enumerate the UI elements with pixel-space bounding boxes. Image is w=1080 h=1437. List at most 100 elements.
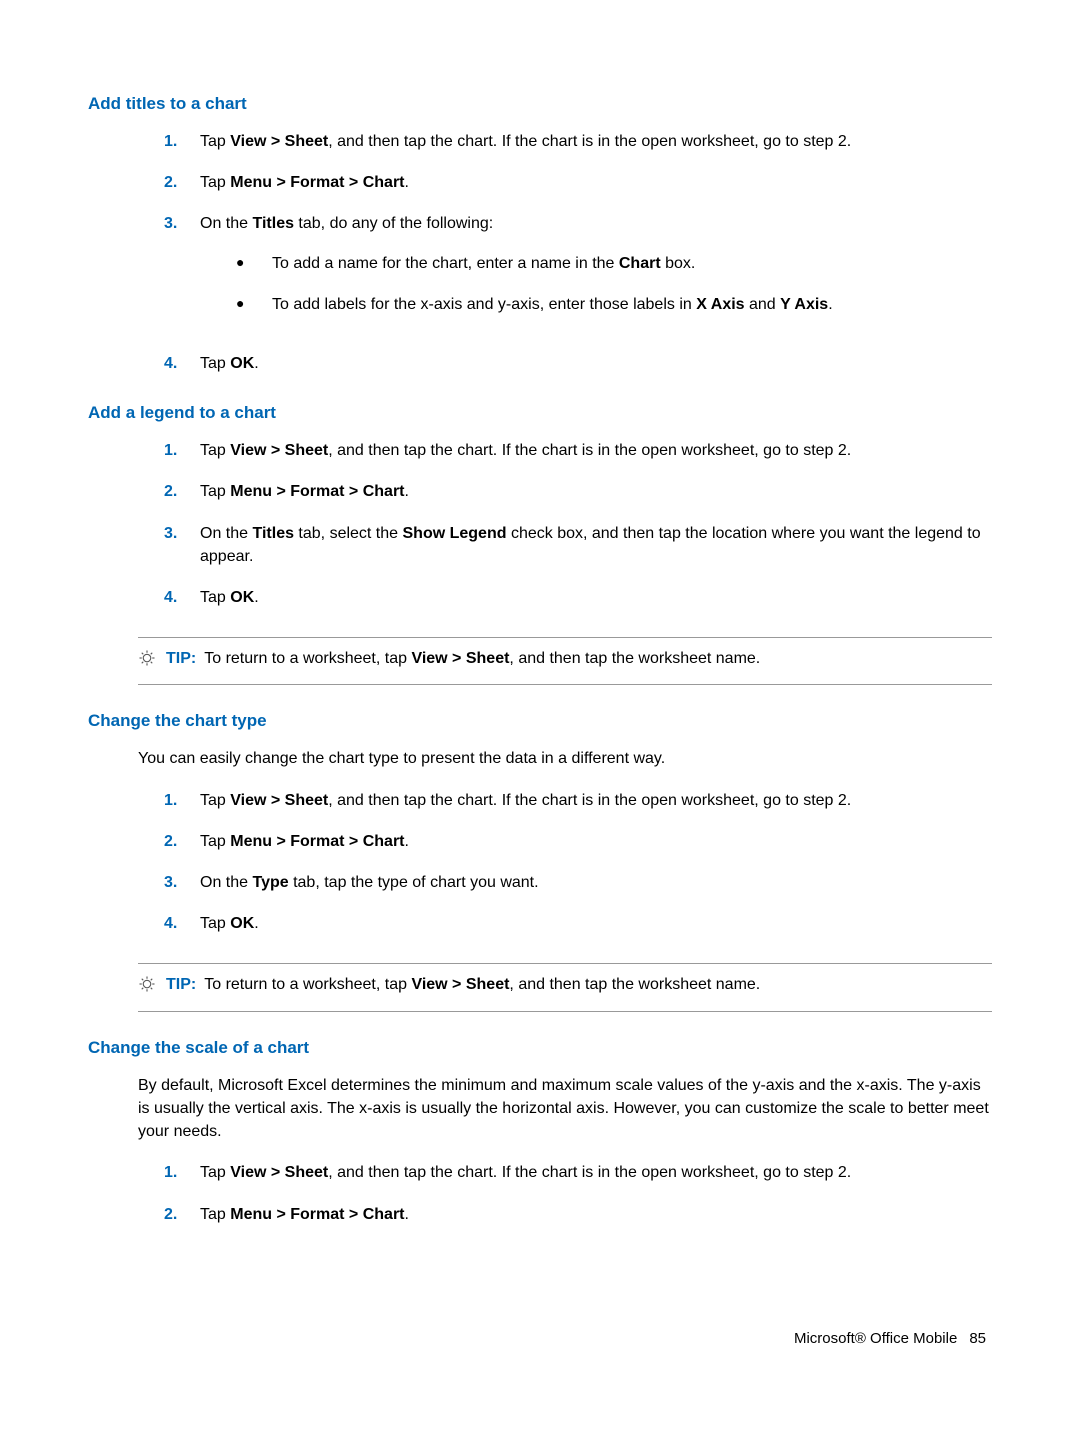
tip-content: TIP: To return to a worksheet, tap View >… (166, 648, 760, 670)
step-number: 3. (164, 212, 200, 334)
bold-span: OK (230, 915, 254, 932)
step-number: 1. (164, 789, 200, 812)
bold-span: Titles (252, 525, 294, 542)
step-text: On the Titles tab, select the Show Legen… (200, 522, 992, 568)
step-list: 1. Tap View > Sheet, and then tap the ch… (164, 439, 992, 609)
page-footer: Microsoft® Office Mobile 85 (794, 1330, 986, 1347)
text-span: On the (200, 874, 252, 891)
text-span: box. (661, 255, 696, 272)
bold-span: View > Sheet (230, 792, 328, 809)
tip-label: TIP: (166, 976, 196, 993)
text-span: , and then tap the worksheet name. (509, 976, 760, 993)
section-add-titles: Add titles to a chart 1. Tap View > Shee… (88, 94, 992, 375)
text-span: tab, tap the type of chart you want. (289, 874, 539, 891)
step-text: Tap OK. (200, 586, 992, 609)
lightbulb-icon (138, 649, 160, 674)
bold-span: Titles (252, 215, 294, 232)
text-span: Tap (200, 483, 230, 500)
tip-label: TIP: (166, 650, 196, 667)
sub-item: ● To add labels for the x-axis and y-axi… (236, 293, 992, 316)
bold-span: Menu > Format > Chart (230, 174, 404, 191)
step-text: On the Type tab, tap the type of chart y… (200, 871, 992, 894)
step-item: 4. Tap OK. (164, 352, 992, 375)
step-number: 2. (164, 1203, 200, 1226)
text-span: Tap (200, 442, 230, 459)
bold-span: Chart (619, 255, 661, 272)
intro-paragraph: By default, Microsoft Excel determines t… (138, 1074, 992, 1144)
step-item: 2. Tap Menu > Format > Chart. (164, 480, 992, 503)
step-number: 4. (164, 912, 200, 935)
step-number: 4. (164, 586, 200, 609)
text-span: , and then tap the chart. If the chart i… (328, 133, 851, 150)
step-item: 2. Tap Menu > Format > Chart. (164, 1203, 992, 1226)
step-text: Tap Menu > Format > Chart. (200, 1203, 992, 1226)
step-number: 4. (164, 352, 200, 375)
step-text: Tap View > Sheet, and then tap the chart… (200, 439, 992, 462)
step-text: Tap OK. (200, 912, 992, 935)
text-span: , and then tap the chart. If the chart i… (328, 792, 851, 809)
step-item: 4. Tap OK. (164, 586, 992, 609)
step-item: 3. On the Titles tab, select the Show Le… (164, 522, 992, 568)
step-text: Tap OK. (200, 352, 992, 375)
text-span: . (405, 833, 409, 850)
step-number: 3. (164, 871, 200, 894)
text-span: , and then tap the chart. If the chart i… (328, 1164, 851, 1181)
text-span: Tap (200, 792, 230, 809)
text-span: . (254, 915, 258, 932)
step-list: 1. Tap View > Sheet, and then tap the ch… (164, 1161, 992, 1225)
heading-change-type: Change the chart type (88, 711, 992, 731)
tip-content: TIP: To return to a worksheet, tap View >… (166, 974, 760, 996)
bold-span: OK (230, 355, 254, 372)
text-span: Tap (200, 133, 230, 150)
step-text: Tap Menu > Format > Chart. (200, 830, 992, 853)
sub-item: ● To add a name for the chart, enter a n… (236, 252, 992, 275)
text-span: On the (200, 215, 252, 232)
bold-span: OK (230, 589, 254, 606)
footer-title: Microsoft® Office Mobile (794, 1330, 957, 1347)
section-change-scale: Change the scale of a chart By default, … (88, 1038, 992, 1226)
text-span: Tap (200, 1206, 230, 1223)
text-span: . (405, 483, 409, 500)
step-number: 1. (164, 130, 200, 153)
text-span: . (254, 355, 258, 372)
bold-span: Type (252, 874, 288, 891)
step-number: 3. (164, 522, 200, 568)
text-span: Tap (200, 174, 230, 191)
tip-box: TIP: To return to a worksheet, tap View >… (138, 963, 992, 1011)
bold-span: View > Sheet (230, 133, 328, 150)
bold-span: Y Axis (780, 296, 828, 313)
step-number: 2. (164, 830, 200, 853)
bold-span: View > Sheet (411, 650, 509, 667)
text-span: . (405, 1206, 409, 1223)
bullet-icon: ● (236, 293, 272, 316)
tip-box: TIP: To return to a worksheet, tap View >… (138, 637, 992, 685)
text-span: . (254, 589, 258, 606)
heading-add-legend: Add a legend to a chart (88, 403, 992, 423)
step-item: 3. On the Type tab, tap the type of char… (164, 871, 992, 894)
text-span: Tap (200, 355, 230, 372)
step-text: Tap View > Sheet, and then tap the chart… (200, 130, 992, 153)
bullet-icon: ● (236, 252, 272, 275)
bold-span: View > Sheet (230, 1164, 328, 1181)
text-span: To return to a worksheet, tap (204, 976, 411, 993)
text-span: , and then tap the worksheet name. (509, 650, 760, 667)
page-number: 85 (969, 1330, 986, 1347)
sub-list: ● To add a name for the chart, enter a n… (200, 252, 992, 316)
text-span: To add a name for the chart, enter a nam… (272, 255, 619, 272)
text-span: To add labels for the x-axis and y-axis,… (272, 296, 696, 313)
bold-span: Show Legend (403, 525, 507, 542)
bold-span: View > Sheet (411, 976, 509, 993)
sub-text: To add labels for the x-axis and y-axis,… (272, 293, 833, 316)
step-text: Tap View > Sheet, and then tap the chart… (200, 789, 992, 812)
text-span: Tap (200, 589, 230, 606)
step-item: 3. On the Titles tab, do any of the foll… (164, 212, 992, 334)
text-span: On the (200, 525, 252, 542)
step-list: 1. Tap View > Sheet, and then tap the ch… (164, 789, 992, 936)
step-text: Tap View > Sheet, and then tap the chart… (200, 1161, 992, 1184)
text-span: To return to a worksheet, tap (204, 650, 411, 667)
step-item: 1. Tap View > Sheet, and then tap the ch… (164, 439, 992, 462)
section-change-type: Change the chart type You can easily cha… (88, 711, 992, 1011)
step-text: On the Titles tab, do any of the followi… (200, 212, 992, 334)
sub-text: To add a name for the chart, enter a nam… (272, 252, 695, 275)
section-add-legend: Add a legend to a chart 1. Tap View > Sh… (88, 403, 992, 685)
